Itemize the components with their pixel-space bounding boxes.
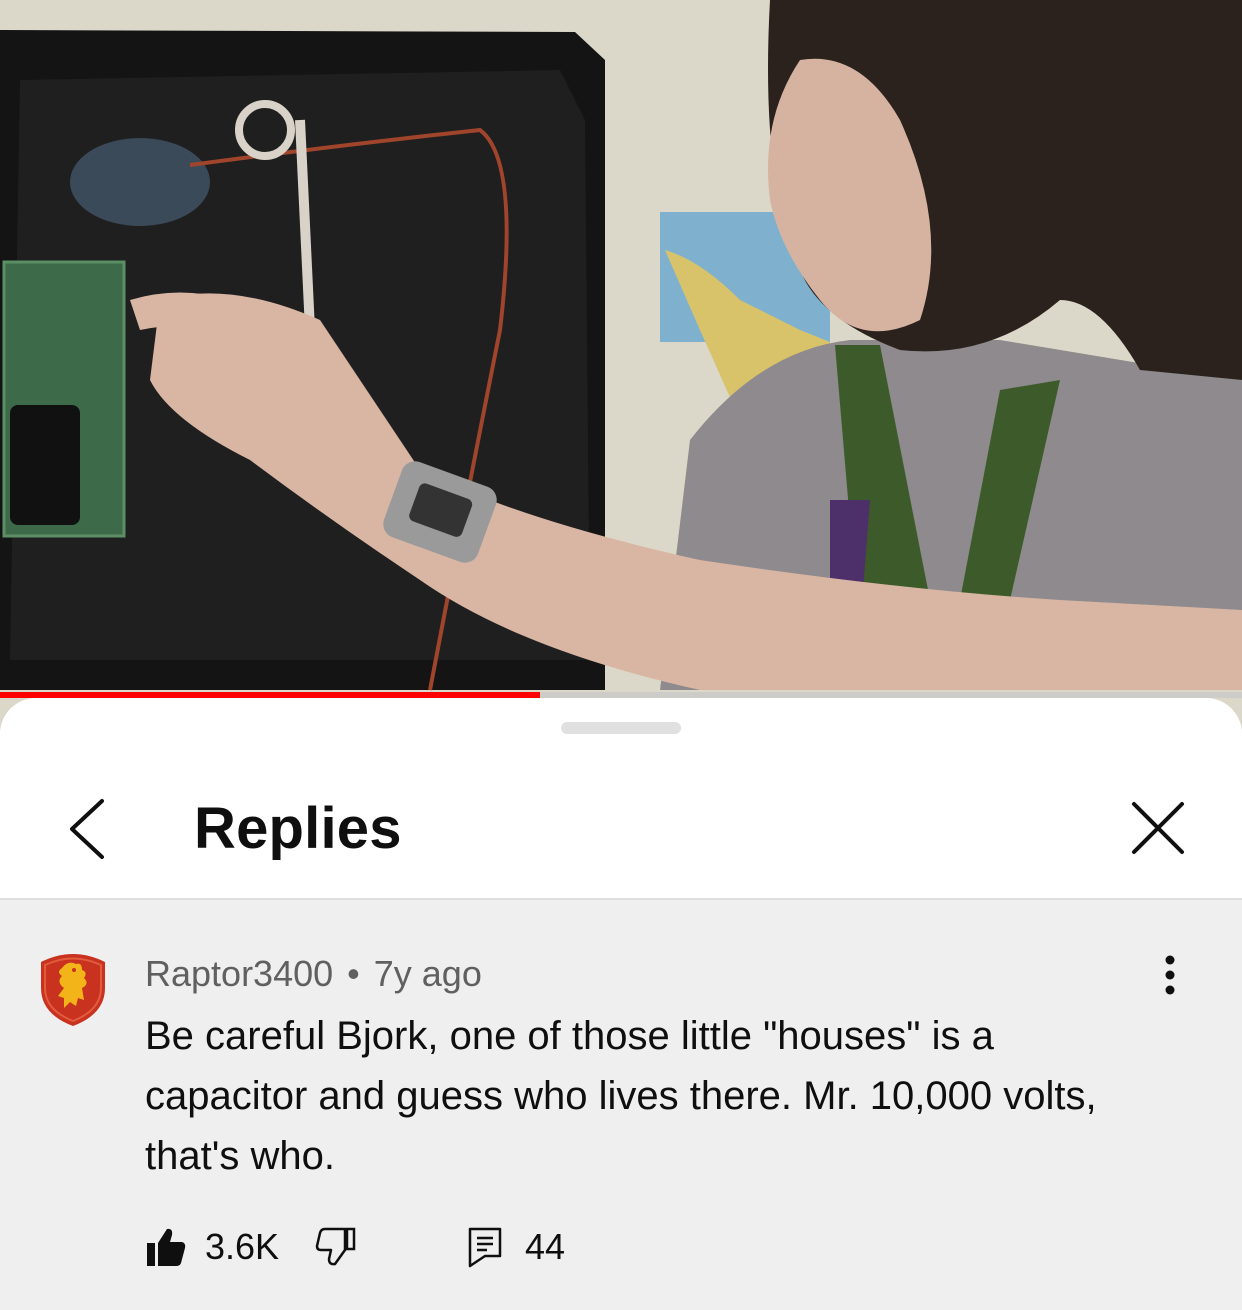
comment-icon (468, 1227, 502, 1268)
close-icon (1132, 802, 1184, 854)
video-player[interactable] (0, 0, 1242, 730)
app-screen: Replies Raptor3400 • 7y ago Be careful B… (0, 0, 1242, 1310)
drag-handle[interactable] (561, 722, 681, 734)
reply-count: 44 (525, 1226, 566, 1267)
thumbs-down-icon (315, 1227, 356, 1266)
replies-sheet: Replies Raptor3400 • 7y ago Be careful B… (0, 698, 1242, 1310)
video-frame (0, 0, 1242, 730)
sheet-header: Replies (0, 698, 1242, 900)
sheet-title: Replies (194, 796, 402, 861)
close-button[interactable] (1126, 796, 1190, 860)
like-count: 3.6K (205, 1226, 280, 1267)
comment-meta: Raptor3400 • 7y ago (145, 952, 482, 996)
more-options-button[interactable] (1150, 952, 1190, 998)
comment-author[interactable]: Raptor3400 (145, 953, 333, 994)
comment-actions: 3.6K 44 (145, 1222, 1045, 1272)
meta-separator: • (347, 953, 360, 994)
comment-item: Raptor3400 • 7y ago Be careful Bjork, one … (0, 902, 1242, 1310)
thumbs-up-filled-icon (147, 1228, 186, 1266)
dislike-button[interactable] (315, 1222, 357, 1272)
lion-crest-avatar-icon (41, 954, 105, 1026)
chevron-left-icon (70, 799, 104, 859)
comment-text: Be careful Bjork, one of those little "h… (145, 1014, 1097, 1178)
reply-button[interactable]: 44 (467, 1222, 565, 1272)
more-vertical-icon (1165, 955, 1175, 995)
like-button[interactable]: 3.6K (145, 1222, 279, 1272)
avatar[interactable] (38, 948, 108, 1028)
back-button[interactable] (56, 794, 116, 864)
comment-age: 7y ago (373, 953, 482, 994)
